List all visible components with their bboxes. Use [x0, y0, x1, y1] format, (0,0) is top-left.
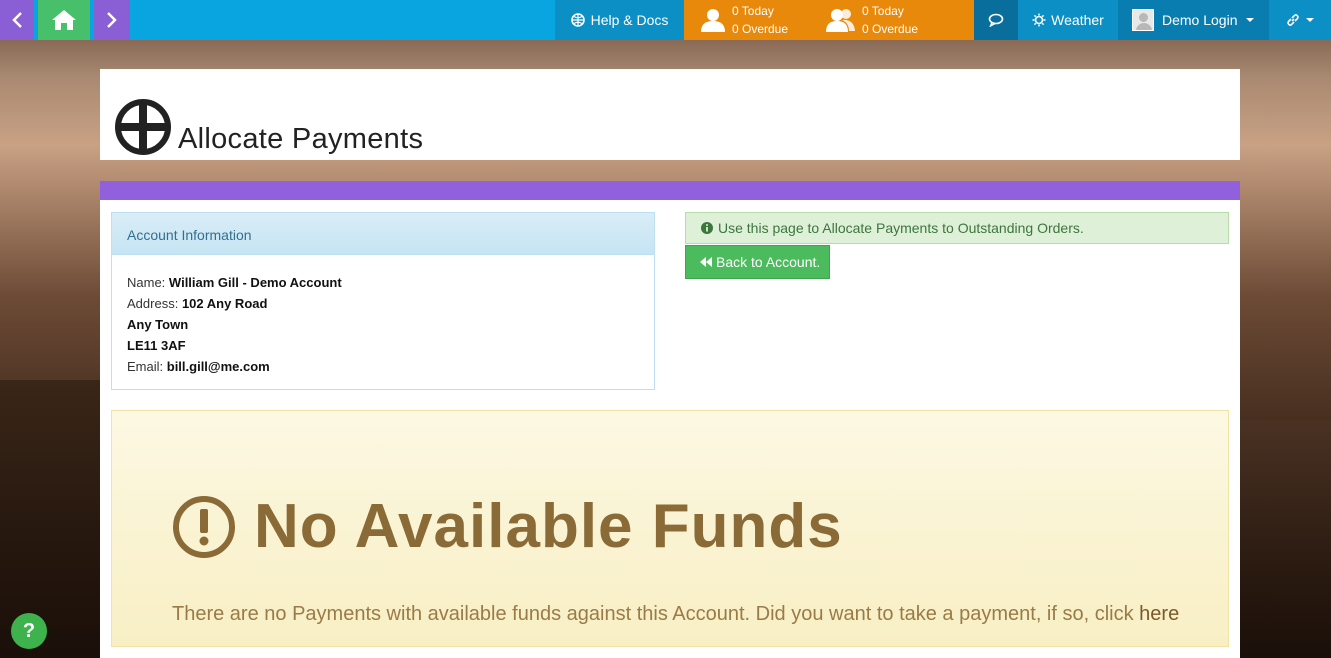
caret-down-icon — [1306, 18, 1314, 22]
user-menu[interactable]: Demo Login — [1118, 0, 1269, 40]
help-docs-label: Help & Docs — [590, 12, 669, 28]
name-label: Name: — [127, 275, 166, 290]
weather-button[interactable]: Weather — [1018, 0, 1118, 40]
back-button[interactable] — [0, 0, 34, 40]
personal-tasks[interactable]: 0 Today 0 Overdue — [700, 0, 788, 40]
exclamation-circle-icon — [173, 495, 235, 558]
back-to-account-label: Back to Account. — [716, 254, 821, 270]
info-message: Use this page to Allocate Payments to Ou… — [718, 220, 1084, 236]
background-buildings-left — [0, 380, 100, 658]
no-funds-message: There are no Payments with available fun… — [172, 603, 1179, 626]
fast-backward-icon — [700, 257, 712, 267]
main-content: Account Information Name: William Gill -… — [100, 200, 1240, 658]
personal-today-count: 0 Today — [732, 4, 774, 18]
address-label: Address: — [127, 296, 179, 311]
home-icon — [52, 10, 76, 30]
no-funds-heading: No Available Funds — [172, 491, 843, 562]
caret-down-icon — [1245, 18, 1254, 22]
address-line-3: LE11 3AF — [127, 338, 186, 353]
address-line-2: Any Town — [127, 317, 189, 332]
account-details: Name: William Gill - Demo Account Addres… — [112, 255, 654, 377]
background-buildings-right — [1239, 420, 1331, 658]
team-tasks[interactable]: 0 Today 0 Overdue — [826, 0, 918, 40]
question-icon: ? — [22, 619, 36, 642]
link-icon — [1287, 14, 1299, 26]
back-to-account-button[interactable]: Back to Account. — [685, 245, 830, 279]
user-icon — [701, 9, 725, 32]
users-icon — [826, 9, 855, 32]
forward-button[interactable] — [94, 0, 130, 40]
account-info-panel: Account Information Name: William Gill -… — [111, 212, 655, 390]
address-line-1: 102 Any Road — [181, 296, 268, 311]
team-overdue-count: 0 Overdue — [862, 22, 919, 36]
crosshair-icon — [115, 99, 171, 155]
no-funds-text: There are no Payments with available fun… — [172, 603, 1140, 625]
weather-label: Weather — [1051, 12, 1104, 28]
help-question-button[interactable]: ? — [11, 613, 47, 649]
chat-button[interactable] — [974, 0, 1018, 40]
sun-icon — [1032, 13, 1046, 27]
account-info-heading: Account Information — [112, 213, 654, 255]
account-email: bill.gill@me.com — [166, 359, 270, 374]
globe-icon — [570, 13, 585, 27]
chevron-left-icon — [12, 12, 22, 28]
account-address-row: Address: 102 Any Road — [127, 293, 639, 314]
take-payment-link[interactable]: here — [1139, 603, 1179, 625]
account-name-row: Name: William Gill - Demo Account — [127, 272, 639, 293]
no-funds-alert: No Available Funds There are no Payments… — [111, 410, 1229, 647]
help-docs-button[interactable]: Help & Docs — [555, 0, 684, 40]
links-menu[interactable] — [1269, 0, 1331, 40]
account-email-row: Email: bill.gill@me.com — [127, 356, 639, 377]
chat-icon — [988, 13, 1004, 27]
personal-overdue-count: 0 Overdue — [732, 22, 789, 36]
tasks-summary[interactable]: 0 Today 0 Overdue 0 Today 0 Overdue — [684, 0, 974, 40]
no-funds-title: No Available Funds — [254, 492, 843, 561]
page-title: Allocate Payments — [178, 123, 424, 155]
email-label: Email: — [127, 359, 164, 374]
accent-strip — [100, 181, 1240, 200]
user-name: Demo Login — [1162, 12, 1238, 28]
home-button[interactable] — [38, 0, 90, 40]
account-name: William Gill - Demo Account — [168, 275, 342, 290]
page-header: Allocate Payments — [100, 69, 1240, 160]
chevron-right-icon — [107, 12, 117, 28]
info-circle-icon — [701, 222, 713, 234]
info-alert: Use this page to Allocate Payments to Ou… — [685, 212, 1229, 244]
team-today-count: 0 Today — [862, 4, 904, 18]
avatar — [1132, 9, 1154, 31]
